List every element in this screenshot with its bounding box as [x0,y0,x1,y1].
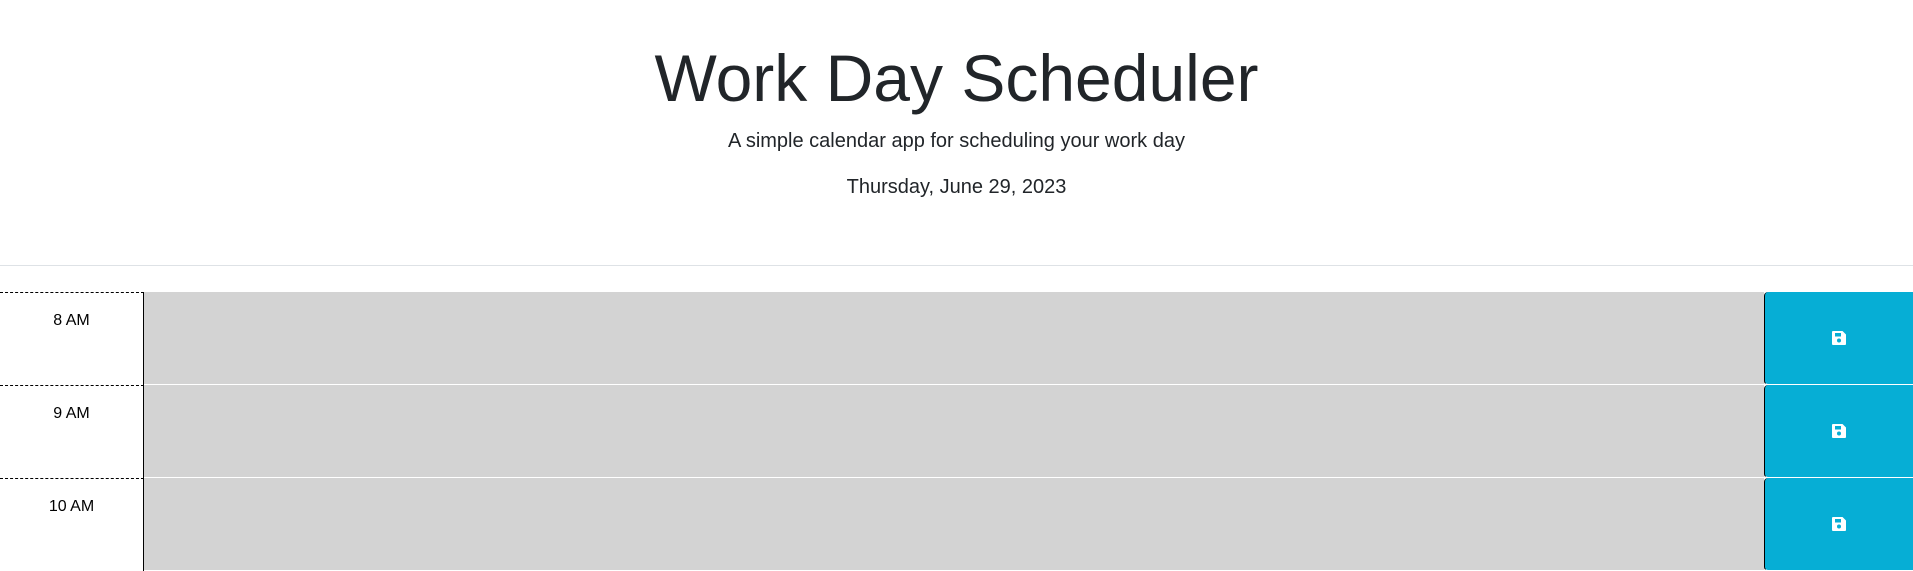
current-date: Thursday, June 29, 2023 [846,176,1067,198]
floppy-disk-icon [1831,516,1847,532]
event-description-input[interactable] [144,292,1764,385]
floppy-disk-icon [1831,330,1847,346]
page-title: Work Day Scheduler [654,41,1259,115]
time-block-row: 8 AM [0,292,1913,385]
time-block-list: 8 AM 9 AM 10 AM [0,292,1913,571]
time-block-row: 9 AM [0,385,1913,478]
page-subtitle: A simple calendar app for scheduling you… [728,130,1185,152]
save-button[interactable] [1764,292,1913,385]
hour-label: 9 AM [0,385,144,478]
hour-label: 10 AM [0,478,144,571]
time-block-row: 10 AM [0,478,1913,571]
event-description-input[interactable] [144,478,1764,571]
save-button[interactable] [1764,385,1913,478]
event-description-input[interactable] [144,385,1764,478]
page-header: Work Day Scheduler A simple calendar app… [0,0,1913,266]
save-button[interactable] [1764,478,1913,571]
floppy-disk-icon [1831,423,1847,439]
hour-label: 8 AM [0,292,144,385]
